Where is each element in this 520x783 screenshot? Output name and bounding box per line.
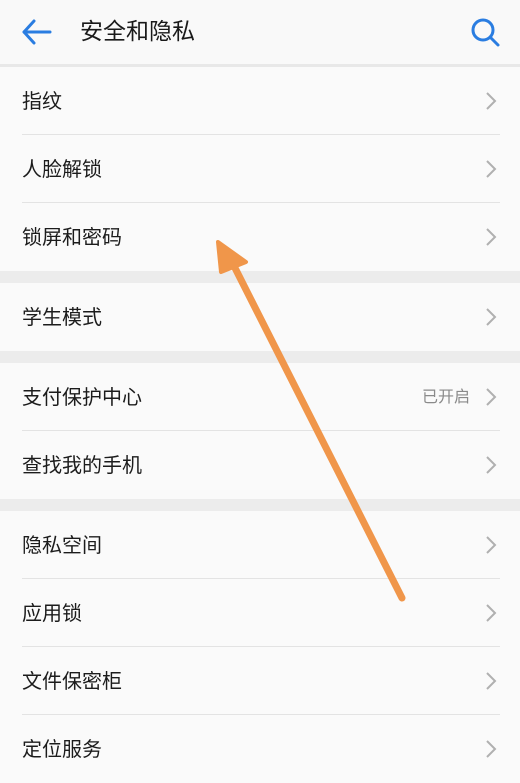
settings-group-2: 学生模式 bbox=[0, 283, 520, 351]
settings-item-label: 锁屏和密码 bbox=[22, 225, 122, 249]
settings-group-4: 隐私空间 应用锁 文件保密柜 定位服务 bbox=[0, 511, 520, 783]
back-button[interactable] bbox=[18, 14, 58, 50]
chevron-right-icon bbox=[486, 604, 497, 622]
arrow-left-icon bbox=[22, 19, 52, 45]
chevron-right-icon bbox=[486, 92, 497, 110]
settings-item-label: 支付保护中心 bbox=[22, 385, 142, 409]
page-title: 安全和隐私 bbox=[80, 19, 195, 45]
settings-item-find-my-phone[interactable]: 查找我的手机 bbox=[0, 431, 520, 499]
settings-item-label: 定位服务 bbox=[22, 737, 102, 761]
settings-item-label: 人脸解锁 bbox=[22, 157, 102, 181]
chevron-right-icon bbox=[486, 308, 497, 326]
settings-item-lock-screen-password[interactable]: 锁屏和密码 bbox=[0, 203, 520, 271]
settings-item-label: 隐私空间 bbox=[22, 533, 102, 557]
settings-item-label: 查找我的手机 bbox=[22, 453, 142, 477]
group-spacer bbox=[0, 271, 520, 283]
settings-item-student-mode[interactable]: 学生模式 bbox=[0, 283, 520, 351]
chevron-right-icon bbox=[486, 456, 497, 474]
settings-item-file-safe[interactable]: 文件保密柜 bbox=[0, 647, 520, 715]
settings-item-label: 指纹 bbox=[22, 89, 62, 113]
chevron-right-icon bbox=[486, 388, 497, 406]
settings-item-label: 学生模式 bbox=[22, 305, 102, 329]
search-button[interactable] bbox=[468, 14, 502, 50]
group-spacer bbox=[0, 351, 520, 363]
settings-item-app-lock[interactable]: 应用锁 bbox=[0, 579, 520, 647]
app-bar: 安全和隐私 bbox=[0, 0, 520, 64]
settings-group-3: 支付保护中心 已开启 查找我的手机 bbox=[0, 363, 520, 499]
chevron-right-icon bbox=[486, 536, 497, 554]
settings-item-label: 文件保密柜 bbox=[22, 669, 122, 693]
chevron-right-icon bbox=[486, 740, 497, 758]
group-spacer bbox=[0, 499, 520, 511]
chevron-right-icon bbox=[486, 160, 497, 178]
settings-item-face-unlock[interactable]: 人脸解锁 bbox=[0, 135, 520, 203]
settings-item-location-services[interactable]: 定位服务 bbox=[0, 715, 520, 783]
status-value: 已开启 bbox=[421, 387, 470, 406]
settings-item-private-space[interactable]: 隐私空间 bbox=[0, 511, 520, 579]
settings-item-label: 应用锁 bbox=[22, 601, 82, 625]
chevron-right-icon bbox=[486, 672, 497, 690]
search-icon bbox=[471, 18, 500, 47]
chevron-right-icon bbox=[486, 228, 497, 246]
settings-item-fingerprint[interactable]: 指纹 bbox=[0, 67, 520, 135]
settings-group-1: 指纹 人脸解锁 锁屏和密码 bbox=[0, 67, 520, 271]
settings-item-payment-protection[interactable]: 支付保护中心 已开启 bbox=[0, 363, 520, 431]
